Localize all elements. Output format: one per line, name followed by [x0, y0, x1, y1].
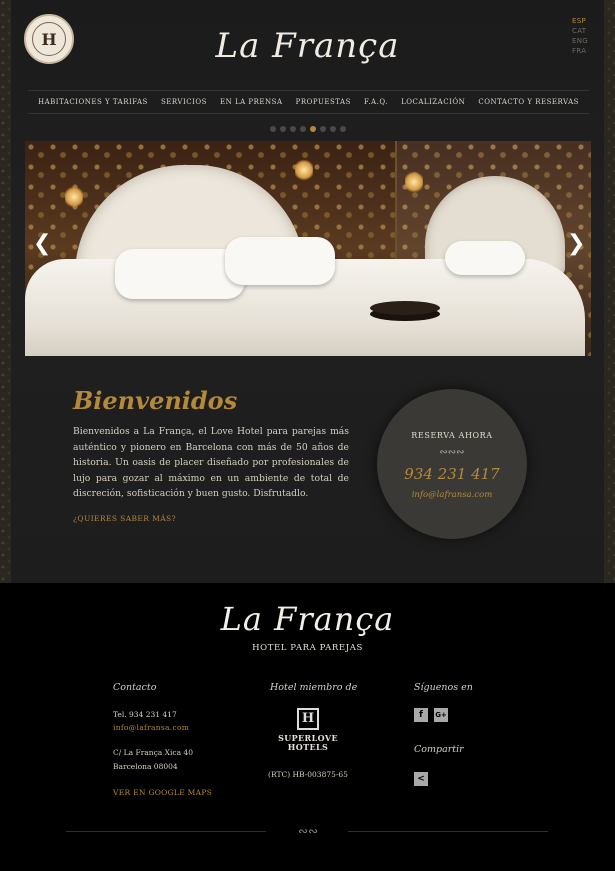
nav-item-contacto[interactable]: CONTACTO Y RESERVAS [478, 98, 579, 106]
google-maps-link[interactable]: VER EN GOOGLE MAPS [113, 788, 212, 797]
pillow [225, 237, 335, 285]
superlove-logo-line2: HOTELS [287, 742, 329, 752]
slider-dot[interactable] [269, 126, 276, 132]
read-more-link[interactable]: ¿QUIERES SABER MÁS? [73, 514, 176, 523]
language-option-esp[interactable]: ESP [572, 16, 588, 26]
nav-item-servicios[interactable]: SERVICIOS [161, 98, 207, 106]
nav-item-localizacion[interactable]: LOCALIZACIÓN [401, 98, 465, 106]
language-selector: ESP CAT ENG FRA [572, 16, 588, 56]
contact-address-line2: Barcelona 08004 [113, 762, 178, 771]
facebook-icon[interactable]: f [414, 708, 428, 722]
slider-dot[interactable] [309, 126, 316, 132]
ornament-icon: ∾∾ [297, 824, 319, 838]
slider-dot[interactable] [279, 126, 286, 132]
brand-title[interactable]: La França [0, 26, 615, 66]
booking-email-link[interactable]: info@lafransa.com [377, 490, 527, 500]
pillow [445, 241, 525, 275]
wall-lamp [405, 171, 423, 193]
slider-dot[interactable] [299, 126, 306, 132]
share-heading: Compartir [414, 744, 464, 755]
superlove-logo-text[interactable]: SUPERLOVE HOTELS [260, 734, 356, 752]
superlove-logo-icon[interactable]: H [297, 708, 319, 730]
welcome-text: Bienvenidos a La França, el Love Hotel p… [73, 426, 349, 499]
booking-phone[interactable]: 934 231 417 [377, 465, 527, 483]
contact-email-link[interactable]: info@lafransa.com [113, 723, 189, 732]
site-footer: La França HOTEL PARA PAREJAS Contacto Te… [0, 583, 615, 871]
language-option-eng[interactable]: ENG [572, 36, 588, 46]
booking-title: RESERVA AHORA [411, 431, 493, 440]
chevron-left-icon[interactable]: ❮ [33, 231, 51, 256]
welcome-title: Bienvenidos [73, 386, 238, 415]
wall-lamp [295, 159, 313, 181]
main-navigation: HABITACIONES Y TARIFAS SERVICIOS EN LA P… [28, 90, 589, 114]
nightstand [370, 301, 440, 315]
hero-slider: ❮ ❯ [25, 141, 591, 356]
contact-heading: Contacto [113, 682, 157, 693]
follow-heading: Síguenos en [414, 682, 473, 693]
share-icon[interactable]: < [414, 772, 428, 786]
wall-lamp [65, 186, 83, 208]
booking-widget: RESERVA AHORA ∾∾∾ 934 231 417 info@lafra… [377, 389, 527, 539]
contact-address-line1: C/ La França Xica 40 [113, 748, 193, 757]
rtc-registration: (RTC) HB-003875-65 [268, 770, 348, 779]
language-option-cat[interactable]: CAT [572, 26, 588, 36]
slider-dot[interactable] [329, 126, 336, 132]
nav-item-habitaciones[interactable]: HABITACIONES Y TARIFAS [38, 98, 148, 106]
member-heading: Hotel miembro de [270, 682, 358, 693]
slider-pagination [0, 126, 615, 132]
nav-item-propuestas[interactable]: PROPUESTAS [296, 98, 351, 106]
slider-dot[interactable] [319, 126, 326, 132]
footer-subtitle: HOTEL PARA PAREJAS [252, 643, 363, 653]
google-plus-icon[interactable]: G+ [434, 708, 448, 722]
footer-divider-right [348, 831, 548, 832]
slider-dot[interactable] [339, 126, 346, 132]
nav-item-faq[interactable]: F.A.Q. [364, 98, 388, 106]
contact-phone: Tel. 934 231 417 [113, 710, 177, 719]
footer-divider-left [66, 831, 266, 832]
chevron-right-icon[interactable]: ❯ [567, 231, 585, 256]
language-option-fra[interactable]: FRA [572, 46, 588, 56]
nav-item-prensa[interactable]: EN LA PRENSA [220, 98, 282, 106]
ornament-icon: ∾∾∾ [439, 447, 465, 458]
footer-brand-title: La França [220, 600, 395, 638]
slider-dot[interactable] [289, 126, 296, 132]
